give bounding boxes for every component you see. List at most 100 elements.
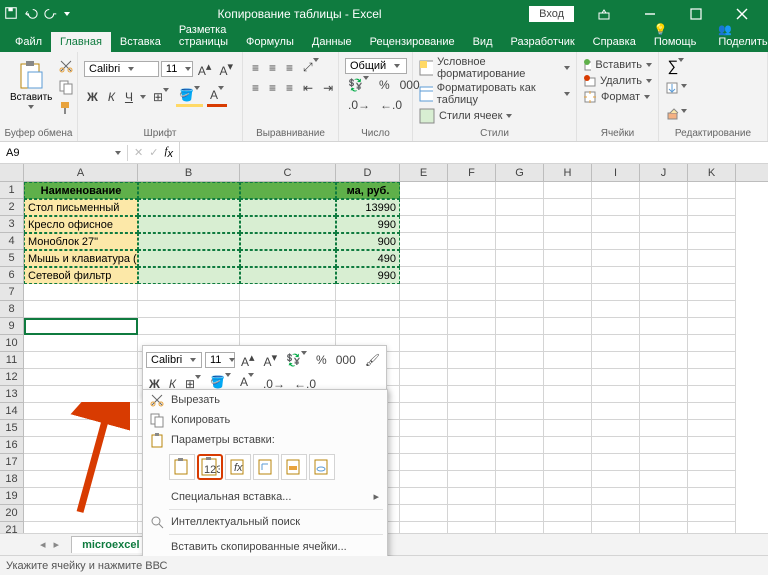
cell[interactable]: Стол письменный [24,199,138,216]
cell[interactable] [640,318,688,335]
row-header[interactable]: 17 [0,454,24,471]
cell[interactable] [640,386,688,403]
cell[interactable] [138,284,240,301]
bold-button[interactable]: Ж [84,88,101,106]
underline-button[interactable]: Ч [122,88,136,106]
cell[interactable] [544,284,592,301]
cell[interactable]: Сетевой фильтр [24,267,138,284]
cell[interactable] [640,233,688,250]
align-middle-icon[interactable]: ≡ [266,59,279,77]
cell[interactable]: 990 [336,216,400,233]
cell[interactable] [240,182,336,199]
col-header[interactable]: G [496,164,544,181]
cell[interactable] [400,403,448,420]
cell[interactable] [592,267,640,284]
cell[interactable] [336,318,400,335]
cell[interactable] [688,335,736,352]
cell[interactable] [544,505,592,522]
cell[interactable] [592,182,640,199]
ctx-copy[interactable]: Копировать [143,410,387,430]
cell[interactable] [592,335,640,352]
cell[interactable] [688,369,736,386]
name-box[interactable]: A9 [0,145,128,161]
cell[interactable] [400,488,448,505]
cell[interactable] [24,386,138,403]
cell[interactable] [544,471,592,488]
cell[interactable] [240,301,336,318]
format-cells[interactable]: Формат [583,90,652,104]
cell[interactable] [496,216,544,233]
row-header[interactable]: 20 [0,505,24,522]
align-right-icon[interactable]: ≡ [283,79,296,97]
row-header[interactable]: 5 [0,250,24,267]
fill-color-icon[interactable]: 🪣 [176,86,203,107]
cell[interactable] [496,199,544,216]
enter-icon[interactable]: ✓ [149,146,158,159]
cell[interactable] [24,335,138,352]
cell[interactable] [640,420,688,437]
tab-view[interactable]: Вид [464,32,502,52]
cell[interactable] [138,267,240,284]
row-header[interactable]: 11 [0,352,24,369]
cell[interactable] [688,199,736,216]
tab-file[interactable]: Файл [6,32,51,52]
ctx-cut[interactable]: Вырезать [143,390,387,410]
row-header[interactable]: 3 [0,216,24,233]
cell[interactable] [688,386,736,403]
cell[interactable] [544,267,592,284]
delete-cells[interactable]: Удалить [583,74,652,88]
cell[interactable] [400,437,448,454]
cell[interactable] [688,471,736,488]
cell-styles[interactable]: Стили ячеек [419,108,570,124]
cell[interactable] [496,505,544,522]
col-header[interactable]: I [592,164,640,181]
cell[interactable] [640,505,688,522]
col-header[interactable]: B [138,164,240,181]
cell[interactable] [592,199,640,216]
tab-insert[interactable]: Вставка [111,32,170,52]
cell[interactable] [544,420,592,437]
cell[interactable] [448,352,496,369]
cancel-icon[interactable]: ✕ [134,146,143,159]
row-header[interactable]: 15 [0,420,24,437]
cell[interactable] [544,335,592,352]
cell[interactable] [240,284,336,301]
mini-format-painter-icon[interactable]: 🖌 [362,351,383,369]
cell[interactable] [400,301,448,318]
tab-formulas[interactable]: Формулы [237,32,303,52]
row-header[interactable]: 2 [0,199,24,216]
tab-review[interactable]: Рецензирование [361,32,464,52]
cell[interactable] [240,267,336,284]
font-color-icon[interactable]: A [207,86,227,107]
spreadsheet-grid[interactable]: 1Наименованиема, руб.2Стол письменный139… [0,182,768,556]
cell[interactable] [688,318,736,335]
cell[interactable] [688,488,736,505]
cell[interactable] [640,301,688,318]
tab-help[interactable]: Справка [584,32,645,52]
cell[interactable] [496,318,544,335]
cell[interactable] [400,352,448,369]
cell[interactable] [688,437,736,454]
cell[interactable] [240,233,336,250]
cell[interactable] [640,454,688,471]
cell[interactable] [400,335,448,352]
cell[interactable] [640,437,688,454]
cell[interactable] [240,216,336,233]
fx-icon[interactable]: fx [164,145,173,160]
paste-formulas[interactable]: fx [225,454,251,480]
cell[interactable]: 990 [336,267,400,284]
cell[interactable] [496,335,544,352]
cell[interactable] [592,386,640,403]
cell[interactable] [496,488,544,505]
cell[interactable] [640,267,688,284]
cell[interactable]: Моноблок 27" [24,233,138,250]
cell[interactable] [688,182,736,199]
indent-inc-icon[interactable]: ⇥ [320,79,336,97]
col-header[interactable]: H [544,164,592,181]
cell[interactable]: Кресло офисное [24,216,138,233]
cell[interactable] [448,403,496,420]
cell[interactable] [688,505,736,522]
cell[interactable] [544,488,592,505]
cell[interactable] [24,352,138,369]
cell[interactable] [640,182,688,199]
